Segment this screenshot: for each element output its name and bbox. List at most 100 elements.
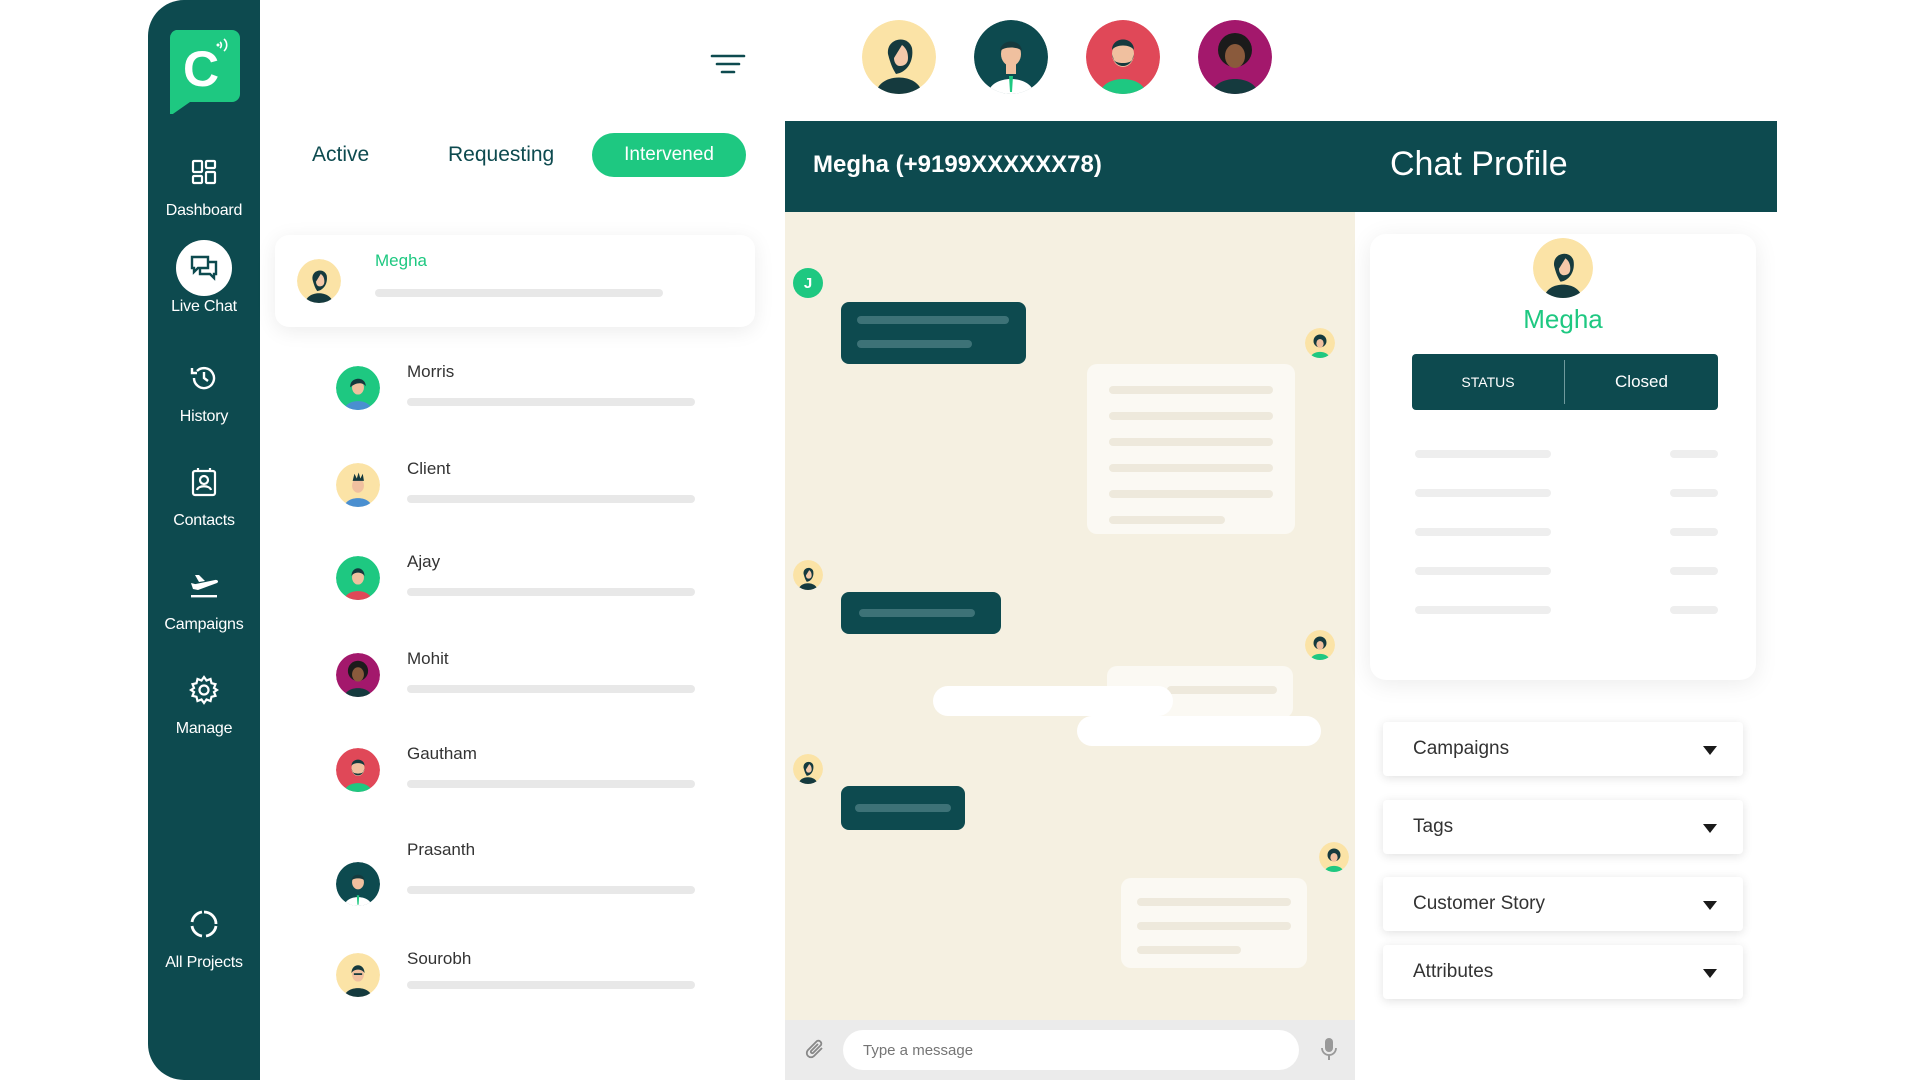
- tab-active[interactable]: Active: [312, 133, 369, 177]
- message-bubble: [841, 592, 1001, 634]
- dropdown-label: Campaigns: [1413, 738, 1510, 759]
- chevron-down-icon: [1703, 969, 1717, 978]
- message-bubble: [933, 686, 1173, 716]
- microphone-icon[interactable]: [1320, 1036, 1338, 1067]
- chat-icon: [176, 240, 232, 296]
- message-bubble: [841, 786, 965, 830]
- list-item-mohit[interactable]: Mohit: [275, 645, 755, 725]
- avatar: [336, 748, 380, 792]
- list-item-sourobh[interactable]: Sourobh: [275, 947, 755, 1027]
- avatar[interactable]: [1086, 20, 1160, 94]
- list-item-morris[interactable]: Morris: [275, 358, 755, 438]
- list-item-megha[interactable]: Megha: [275, 235, 755, 327]
- message-preview: [407, 981, 695, 989]
- profile-detail-row: [1415, 489, 1551, 497]
- dashboard-icon: [176, 144, 232, 200]
- avatar: [336, 463, 380, 507]
- history-icon: [176, 350, 232, 406]
- avatar: [793, 560, 823, 590]
- chat-messages: J: [785, 212, 1355, 1020]
- avatar: [793, 754, 823, 784]
- avatar: [336, 366, 380, 410]
- profile-detail-row: [1415, 528, 1551, 536]
- avatar[interactable]: [974, 20, 1048, 94]
- message-bubble: [841, 302, 1026, 364]
- chevron-down-icon: [1703, 901, 1717, 910]
- dropdown-attributes[interactable]: Attributes: [1383, 945, 1743, 999]
- avatar: [336, 653, 380, 697]
- avatar: [336, 556, 380, 600]
- message-preview: [407, 780, 695, 788]
- chat-input-bar: [785, 1020, 1355, 1080]
- list-item-gautham[interactable]: Gautham: [275, 740, 755, 820]
- message-preview: [407, 398, 695, 406]
- message-bubble: [1087, 364, 1295, 534]
- sidebar-item-contacts[interactable]: Contacts: [148, 454, 260, 544]
- sidebar-item-label: Contacts: [173, 512, 235, 529]
- contact-name: Megha: [375, 251, 427, 270]
- avatar: [1305, 630, 1335, 660]
- dropdown-campaigns[interactable]: Campaigns: [1383, 722, 1743, 776]
- sidebar-item-label: Live Chat: [171, 298, 237, 315]
- profile-detail-value: [1670, 489, 1718, 497]
- profile-title: Chat Profile: [1390, 145, 1568, 183]
- circle-progress-icon: [176, 896, 232, 952]
- sidebar-item-live-chat[interactable]: Live Chat: [148, 240, 260, 330]
- avatar[interactable]: [1198, 20, 1272, 94]
- profile-detail-row: [1415, 567, 1551, 575]
- dropdown-customer-story[interactable]: Customer Story: [1383, 877, 1743, 931]
- avatar: [1305, 328, 1335, 358]
- contact-name: Prasanth: [407, 840, 476, 859]
- sidebar-item-label: All Projects: [165, 954, 243, 971]
- profile-detail-value: [1670, 528, 1718, 536]
- message-bubble: [1077, 716, 1321, 746]
- message-preview: [407, 495, 695, 503]
- sidebar-item-label: Campaigns: [164, 616, 244, 633]
- list-item-prasanth[interactable]: Prasanth: [275, 836, 755, 916]
- status-label: STATUS: [1461, 374, 1515, 390]
- message-input[interactable]: [843, 1030, 1299, 1070]
- dropdown-label: Customer Story: [1413, 893, 1545, 914]
- attachment-icon[interactable]: [805, 1038, 827, 1067]
- dropdown-label: Attributes: [1413, 961, 1494, 982]
- message-bubble: [1121, 878, 1307, 968]
- sidebar-item-manage[interactable]: Manage: [148, 662, 260, 752]
- chat-header: Megha (+9199XXXXXX78) Chat Profile: [785, 121, 1777, 212]
- agent-avatar: J: [793, 268, 823, 298]
- chevron-down-icon: [1703, 824, 1717, 833]
- list-item-client[interactable]: Client: [275, 455, 755, 535]
- contact-name: Sourobh: [407, 949, 472, 968]
- tab-requesting[interactable]: Requesting: [448, 133, 554, 177]
- sidebar-item-all-projects[interactable]: All Projects: [148, 896, 260, 986]
- app-logo[interactable]: C: [168, 30, 240, 116]
- app-window: C Dashboard Live Chat History Contacts C…: [0, 0, 1920, 1080]
- message-preview: [375, 289, 663, 297]
- avatar[interactable]: [862, 20, 936, 94]
- list-item-ajay[interactable]: Ajay: [275, 548, 755, 628]
- sidebar-item-label: History: [179, 408, 229, 425]
- dropdown-label: Tags: [1413, 816, 1454, 837]
- profile-detail-value: [1670, 567, 1718, 575]
- sidebar-item-campaigns[interactable]: Campaigns: [148, 558, 260, 648]
- sidebar-item-label: Dashboard: [165, 202, 243, 219]
- contact-name: Client: [407, 459, 451, 478]
- logo-letter: C: [183, 41, 219, 97]
- avatar: [297, 259, 341, 303]
- contact-name: Gautham: [407, 744, 477, 763]
- profile-detail-row: [1415, 450, 1551, 458]
- sidebar-item-history[interactable]: History: [148, 350, 260, 440]
- airplane-icon: [176, 558, 232, 614]
- profile-card: Megha STATUS Closed: [1370, 234, 1756, 680]
- profile-detail-row: [1415, 606, 1551, 614]
- contacts-icon: [176, 454, 232, 510]
- avatar: [336, 953, 380, 997]
- contact-name: Ajay: [407, 552, 441, 571]
- tab-intervened[interactable]: Intervened: [592, 133, 746, 177]
- contact-name: Morris: [407, 362, 455, 381]
- dropdown-tags[interactable]: Tags: [1383, 800, 1743, 854]
- chat-title: Megha (+9199XXXXXX78): [813, 151, 1102, 178]
- message-preview: [407, 588, 695, 596]
- menu-icon[interactable]: [708, 50, 748, 80]
- sidebar-item-dashboard[interactable]: Dashboard: [148, 144, 260, 234]
- profile-name: Megha: [1523, 304, 1603, 334]
